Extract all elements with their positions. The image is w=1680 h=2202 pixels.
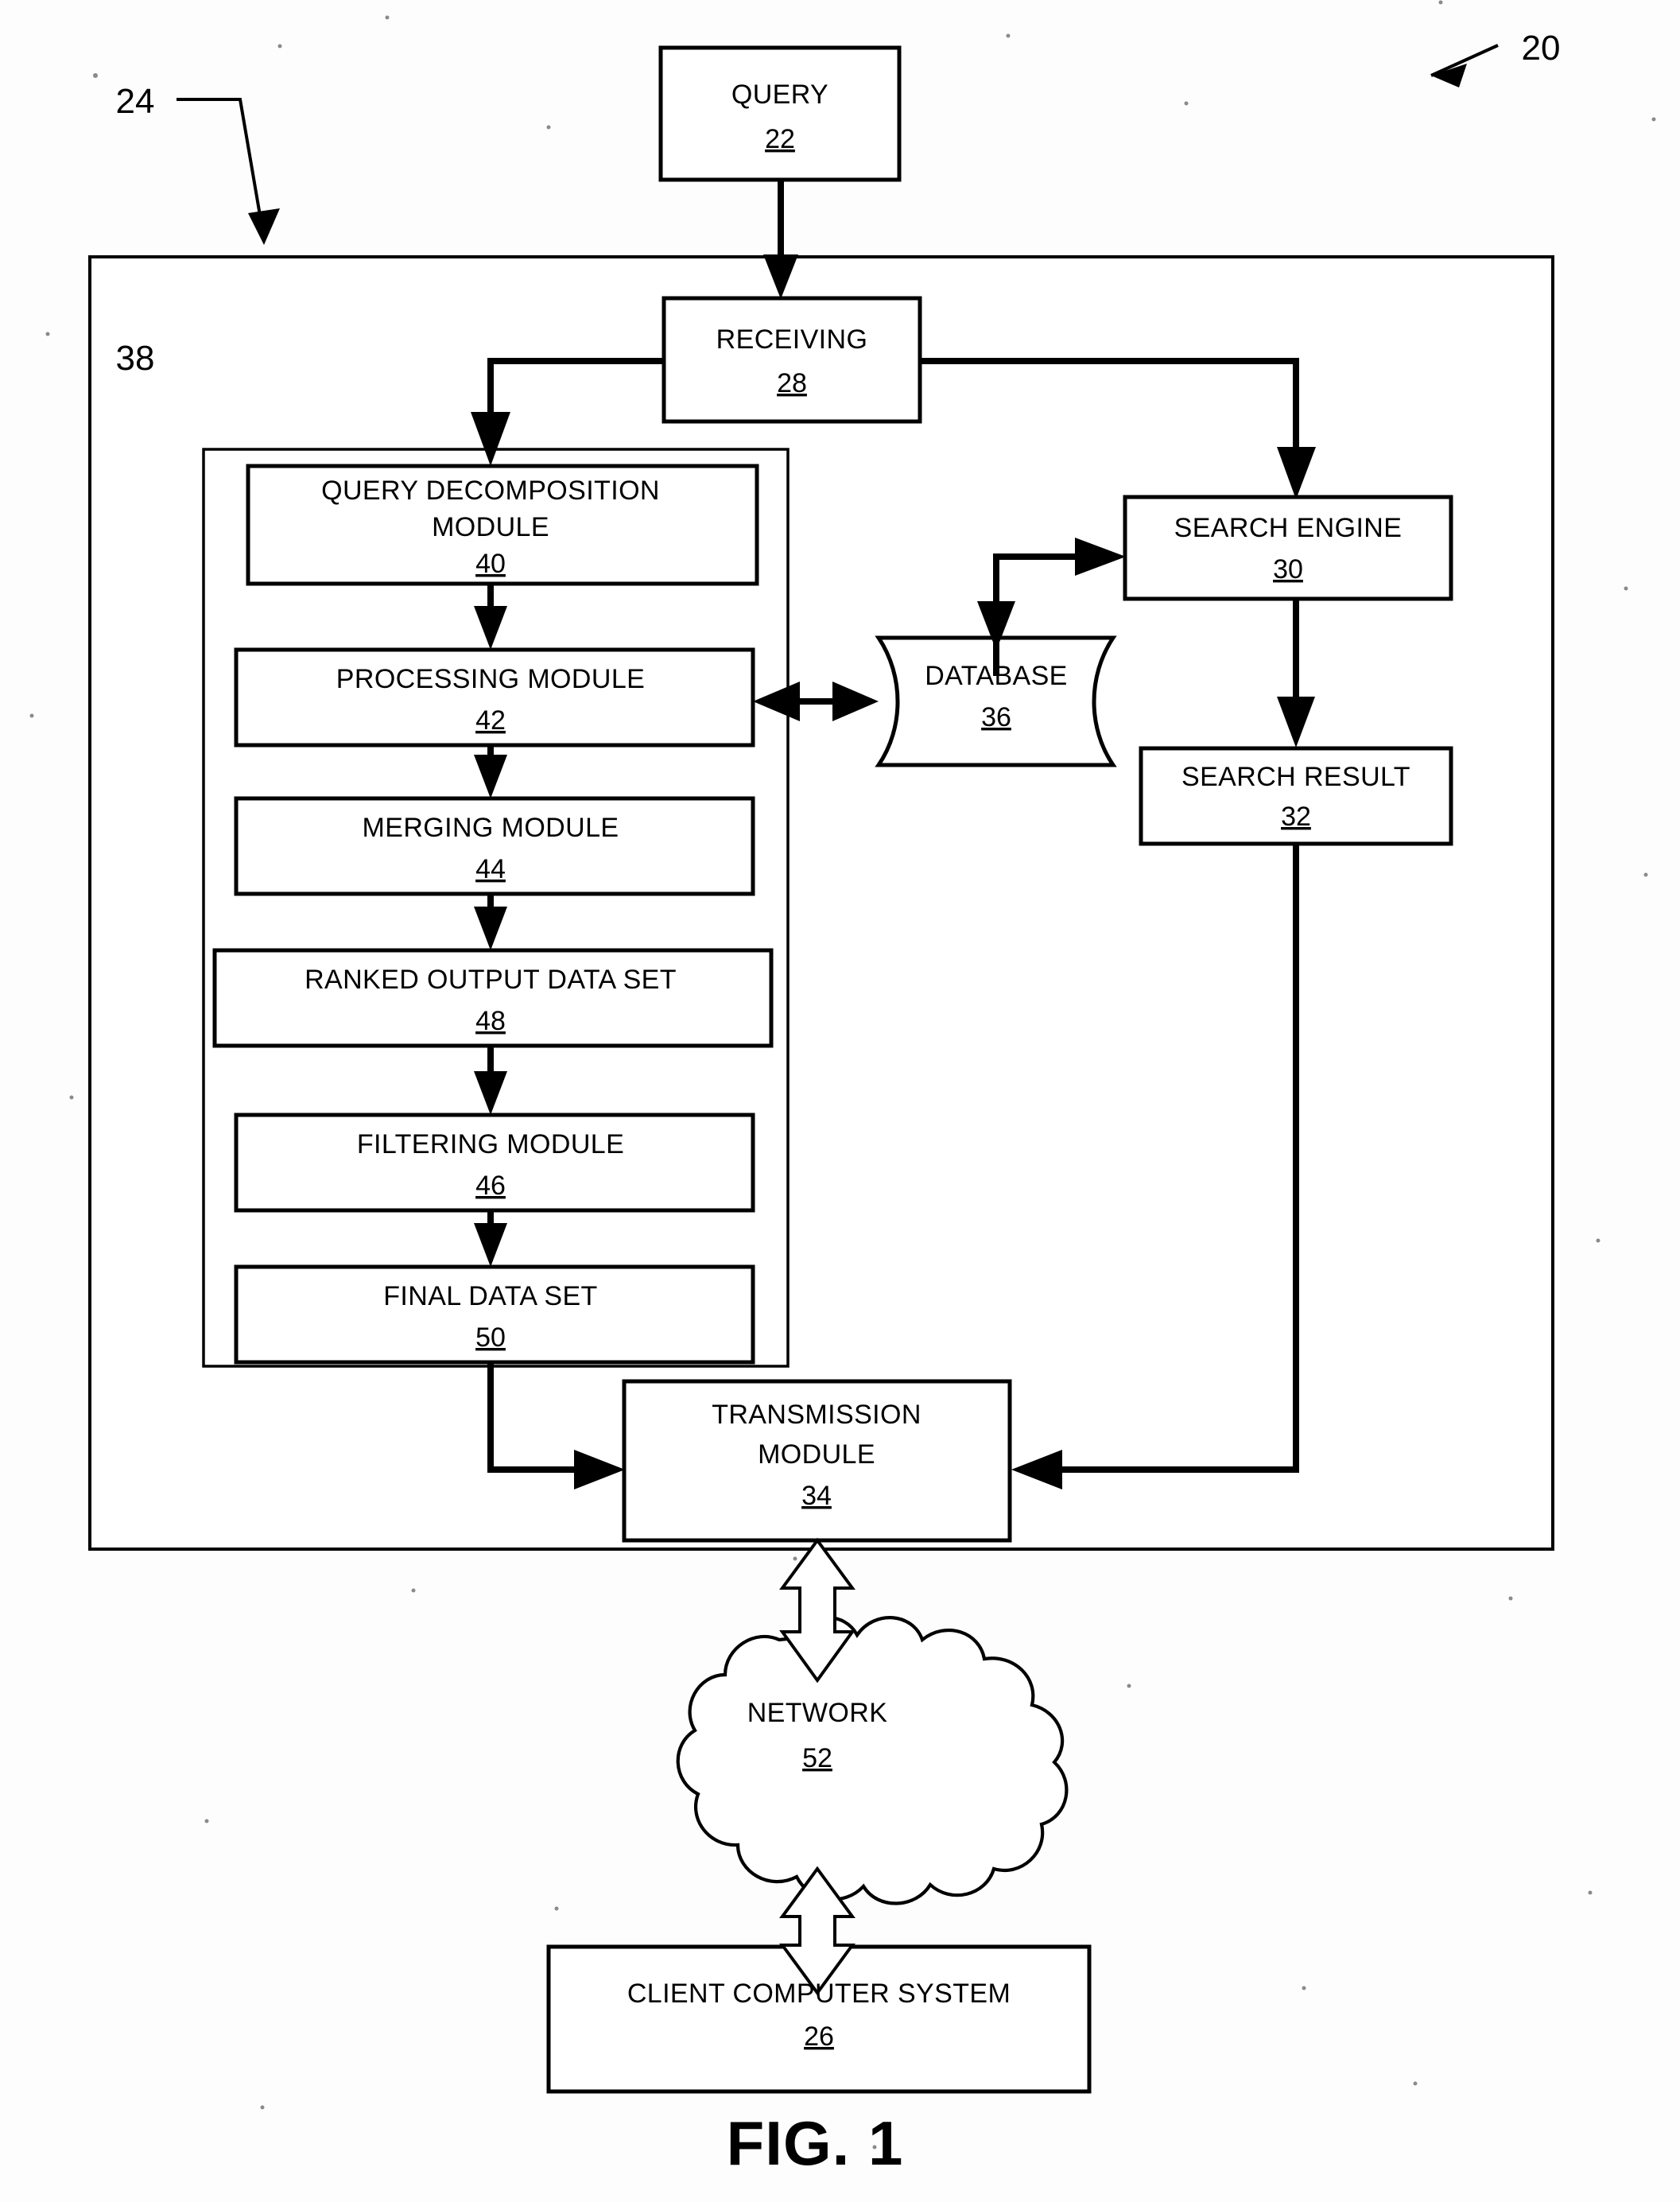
search-engine-ref: 30 (1273, 554, 1303, 584)
client-computer-ref: 26 (804, 2021, 834, 2052)
network-label: NETWORK (747, 1698, 888, 1728)
server-ref-number: 24 (116, 82, 155, 121)
database-label: DATABASE (925, 661, 1068, 691)
query-ref: 22 (765, 124, 795, 154)
network-cloud (676, 1615, 1069, 1905)
system-ref-number: 20 (1522, 29, 1561, 68)
merging-module-ref: 44 (475, 854, 506, 884)
merging-module-label: MERGING MODULE (363, 813, 619, 843)
final-data-set-label: FINAL DATA SET (383, 1281, 597, 1311)
processing-module-ref: 42 (475, 705, 506, 736)
ranked-output-ref: 48 (475, 1006, 506, 1036)
database-ref: 36 (981, 702, 1011, 732)
query-decomposition-label-line1: QUERY DECOMPOSITION (321, 476, 660, 506)
client-computer-label: CLIENT COMPUTER SYSTEM (627, 1979, 1011, 2009)
filtering-module-label: FILTERING MODULE (357, 1129, 624, 1159)
patent-figure-1: 20 24 38 QUERY 22 RECEIVING 28 SEARCH EN… (0, 0, 1680, 2202)
leader-server-24 (177, 98, 280, 245)
transmission-module-ref: 34 (801, 1481, 832, 1511)
transmission-module-label-line1: TRANSMISSION (712, 1400, 921, 1430)
search-result-ref: 32 (1281, 802, 1311, 832)
network-ref: 52 (802, 1743, 832, 1773)
receiving-label: RECEIVING (716, 324, 868, 355)
leader-system-20 (1430, 44, 1499, 87)
receiving-ref: 28 (777, 368, 807, 398)
query-decomposition-label-line2: MODULE (432, 512, 549, 542)
transmission-module-label-line2: MODULE (758, 1439, 875, 1470)
filtering-module-ref: 46 (475, 1171, 506, 1201)
query-label: QUERY (731, 80, 828, 110)
query-decomposition-ref: 40 (475, 549, 506, 579)
figure-caption: FIG. 1 (727, 2108, 904, 2178)
figure-canvas: 20 24 38 QUERY 22 RECEIVING 28 SEARCH EN… (29, 0, 1656, 2178)
query-box (658, 45, 902, 182)
final-data-set-ref: 50 (475, 1322, 506, 1353)
ranked-output-label: RANKED OUTPUT DATA SET (305, 965, 677, 995)
search-engine-label: SEARCH ENGINE (1174, 513, 1403, 543)
processing-module-label: PROCESSING MODULE (336, 664, 645, 694)
engine-group-ref-number: 38 (116, 339, 155, 378)
receiving-box (662, 296, 922, 424)
search-result-label: SEARCH RESULT (1181, 762, 1410, 792)
